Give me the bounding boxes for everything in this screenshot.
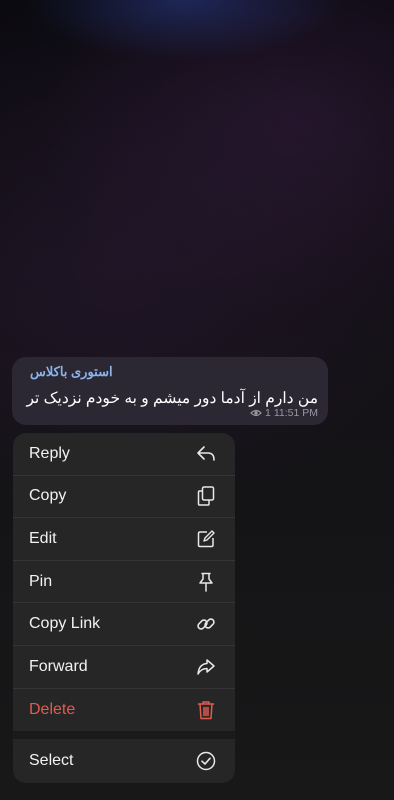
message-time: 11:51 PM xyxy=(273,407,318,419)
menu-item-reply[interactable]: Reply xyxy=(13,433,235,476)
link-icon xyxy=(195,613,217,635)
context-menu: Reply Copy Edit Pin Copy Link Forward De… xyxy=(13,433,235,784)
check-circle-icon xyxy=(195,750,217,772)
trash-icon xyxy=(195,699,217,721)
menu-item-copy-link[interactable]: Copy Link xyxy=(13,603,235,646)
forward-icon xyxy=(195,656,217,678)
menu-item-select[interactable]: Select xyxy=(13,739,235,783)
menu-item-pin[interactable]: Pin xyxy=(13,561,235,604)
menu-item-label: Edit xyxy=(29,529,57,547)
menu-item-label: Select xyxy=(29,752,74,770)
menu-item-label: Copy Link xyxy=(29,615,101,633)
sender-name: استوری باکلاس xyxy=(30,364,113,379)
menu-separator xyxy=(13,731,235,740)
menu-item-copy[interactable]: Copy xyxy=(13,476,235,519)
eye-icon xyxy=(250,408,262,418)
menu-item-forward[interactable]: Forward xyxy=(13,646,235,689)
message-meta: 1 11:51 PM xyxy=(250,407,318,419)
message-bubble[interactable]: استوری باکلاس من دارم از آدما دور میشم و… xyxy=(12,357,328,425)
menu-item-label: Pin xyxy=(29,572,53,590)
menu-item-edit[interactable]: Edit xyxy=(13,518,235,561)
copy-icon xyxy=(195,485,217,507)
reply-icon xyxy=(195,443,217,465)
menu-item-label: Forward xyxy=(29,657,88,675)
menu-item-label: Copy xyxy=(29,487,67,505)
menu-item-delete[interactable]: Delete xyxy=(13,689,235,732)
edit-icon xyxy=(195,528,217,550)
menu-item-label: Delete xyxy=(29,700,76,718)
pin-icon xyxy=(195,571,217,593)
menu-item-label: Reply xyxy=(29,444,70,462)
view-count: 1 xyxy=(264,407,271,419)
